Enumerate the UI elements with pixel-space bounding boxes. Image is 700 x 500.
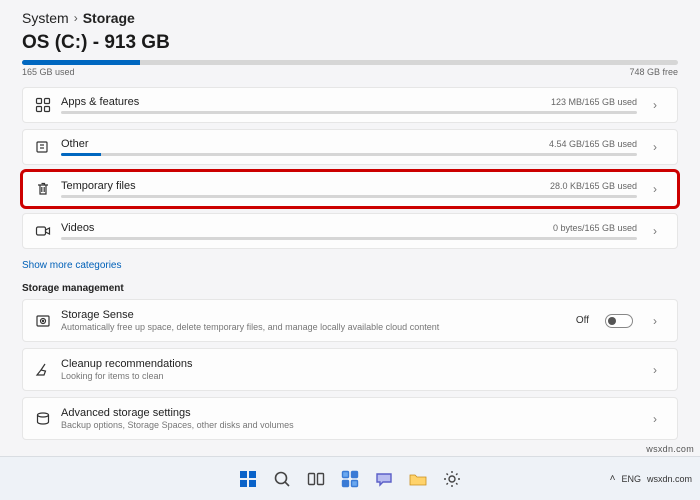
other-icon: [35, 139, 51, 155]
category-title: Videos: [61, 222, 94, 234]
category-title: Temporary files: [61, 180, 136, 192]
toggle-label: Off: [576, 315, 589, 326]
tray-overflow-icon[interactable]: ˄: [610, 473, 616, 484]
chevron-right-icon: ›: [653, 98, 665, 112]
category-usage: 4.54 GB/165 GB used: [549, 139, 637, 149]
storage-category-apps-features[interactable]: Apps & features 123 MB/165 GB used ›: [22, 87, 678, 123]
chevron-right-icon: ›: [653, 224, 665, 238]
chevron-right-icon: ›: [653, 140, 665, 154]
drive-title: OS (C:) - 913 GB: [22, 32, 678, 54]
mgmt-subtitle: Backup options, Storage Spaces, other di…: [61, 420, 633, 430]
settings-button[interactable]: [438, 465, 466, 493]
breadcrumb-parent[interactable]: System: [22, 10, 69, 26]
tray-extra: wsxdn.com: [647, 474, 692, 484]
category-title: Other: [61, 138, 89, 150]
category-bar: [61, 153, 637, 156]
search-button[interactable]: [268, 465, 296, 493]
mgmt-title: Storage Sense: [61, 309, 566, 321]
mgmt-title: Advanced storage settings: [61, 407, 633, 419]
taskbar[interactable]: ˄ ENG wsxdn.com: [0, 456, 700, 500]
category-bar: [61, 237, 637, 240]
chevron-right-icon: ›: [653, 314, 665, 328]
breadcrumb-current: Storage: [83, 10, 135, 26]
mgmt-advanced-storage-settings[interactable]: Advanced storage settingsBackup options,…: [22, 397, 678, 440]
storage-sense-toggle[interactable]: [605, 314, 633, 328]
chat-button[interactable]: [370, 465, 398, 493]
disk-icon: [35, 313, 51, 329]
category-bar: [61, 111, 637, 114]
storage-management-header: Storage management: [22, 283, 678, 294]
mgmt-cleanup-recommendations[interactable]: Cleanup recommendationsLooking for items…: [22, 348, 678, 391]
chevron-right-icon: ›: [653, 182, 665, 196]
chevron-right-icon: ›: [653, 412, 665, 426]
category-bar: [61, 195, 637, 198]
mgmt-subtitle: Looking for items to clean: [61, 371, 633, 381]
drive-usage-bar: [22, 60, 678, 65]
show-more-categories-link[interactable]: Show more categories: [22, 260, 122, 271]
file-explorer-button[interactable]: [404, 465, 432, 493]
start-button[interactable]: [234, 465, 262, 493]
storage-category-temporary-files[interactable]: Temporary files 28.0 KB/165 GB used ›: [22, 171, 678, 207]
mgmt-subtitle: Automatically free up space, delete temp…: [61, 322, 566, 332]
mgmt-storage-sense[interactable]: Storage SenseAutomatically free up space…: [22, 299, 678, 342]
video-icon: [35, 223, 51, 239]
storage-category-other[interactable]: Other 4.54 GB/165 GB used ›: [22, 129, 678, 165]
system-tray[interactable]: ˄ ENG wsxdn.com: [610, 473, 692, 484]
drive-free-label: 748 GB free: [629, 67, 678, 77]
trash-icon: [35, 181, 51, 197]
broom-icon: [35, 362, 51, 378]
chevron-right-icon: ›: [74, 11, 78, 25]
mgmt-title: Cleanup recommendations: [61, 358, 633, 370]
storage-category-videos[interactable]: Videos 0 bytes/165 GB used ›: [22, 213, 678, 249]
category-title: Apps & features: [61, 96, 139, 108]
watermark: wsxdn.com: [646, 444, 694, 454]
apps-icon: [35, 97, 51, 113]
tray-language[interactable]: ENG: [621, 474, 641, 484]
drive-used-label: 165 GB used: [22, 67, 75, 77]
category-usage: 28.0 KB/165 GB used: [550, 181, 637, 191]
widgets-button[interactable]: [336, 465, 364, 493]
task-view-button[interactable]: [302, 465, 330, 493]
category-usage: 0 bytes/165 GB used: [553, 223, 637, 233]
category-usage: 123 MB/165 GB used: [551, 97, 637, 107]
breadcrumb[interactable]: System › Storage: [22, 10, 678, 26]
chevron-right-icon: ›: [653, 363, 665, 377]
drive-icon: [35, 411, 51, 427]
